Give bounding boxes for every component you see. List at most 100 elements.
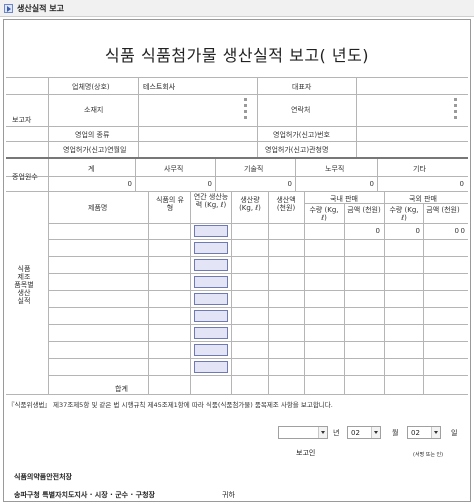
divider <box>48 159 49 191</box>
divider <box>268 191 269 394</box>
employees-other-value[interactable]: 0 <box>452 180 464 188</box>
recipient-line: 송파구청 특별자치도지사 · 시장 · 군수 · 구청장 <box>14 491 155 499</box>
divider <box>48 290 468 291</box>
col-product-name: 제품명 <box>88 204 108 212</box>
divider <box>231 191 232 394</box>
capacity-input[interactable] <box>194 310 228 322</box>
col-output-amount: 생산액 (천원) <box>276 196 296 212</box>
col-annual-capacity: 연간 생산능력 (Kg, ℓ) <box>193 193 229 209</box>
col-food-type: 식품의 유형 <box>156 196 184 212</box>
divider <box>48 341 468 342</box>
chevron-down-icon <box>318 427 327 438</box>
divider <box>377 159 378 191</box>
capacity-input[interactable] <box>194 276 228 288</box>
recipient-suffix: 귀하 <box>222 491 235 499</box>
contact-label: 연락처 <box>291 106 311 114</box>
chevron-down-icon <box>431 427 440 438</box>
license-date-label: 영업허가(신고)연월일 <box>63 146 127 154</box>
divider <box>6 141 468 142</box>
production-section-label: 식품 제조 품목별 생산 실적 <box>14 265 34 305</box>
divider <box>295 159 296 191</box>
signer-seal: (서명 또는 인) <box>413 452 444 458</box>
total-label: 합계 <box>115 385 128 393</box>
divider <box>48 358 468 359</box>
company-value[interactable]: 테스트회사 <box>143 82 175 92</box>
month-select[interactable]: 02 <box>347 426 381 439</box>
section-divider <box>6 157 468 159</box>
day-value: 02 <box>411 429 420 437</box>
address-resize-handle[interactable] <box>243 98 248 132</box>
employees-section-label: 종업원수 <box>12 173 38 181</box>
ceo-label: 대표자 <box>292 83 312 91</box>
divider <box>6 191 468 192</box>
window-title: 생산실적 보고 <box>17 4 64 13</box>
form-icon <box>4 4 13 13</box>
statement-text: 『식품위생법』 제37조제5항 및 같은 법 시행규칙 제45조제1항에 따라 … <box>8 401 333 409</box>
divider <box>48 223 468 224</box>
divider <box>48 307 468 308</box>
col-domestic-qty: 수량 (Kg, ℓ) <box>309 206 339 222</box>
license-office-label: 영업허가(신고)관청명 <box>265 146 329 154</box>
divider <box>304 191 305 394</box>
col-overseas-qty: 수량 (Kg, ℓ) <box>389 206 419 222</box>
col-domestic-value: 금액 (천원) <box>347 206 381 214</box>
capacity-input[interactable] <box>194 293 228 305</box>
overseas-value-value[interactable]: 0 <box>445 227 465 235</box>
month-value: 02 <box>351 429 360 437</box>
signer-label: 보고인 <box>296 449 316 457</box>
page-title: 식품 식품첨가물 생산실적 보고( 년도) <box>104 46 370 65</box>
divider <box>6 176 468 177</box>
divider <box>48 191 49 394</box>
recipient-title: 식품의약품안전처장 <box>14 473 72 481</box>
capacity-input[interactable] <box>194 344 228 356</box>
month-unit: 월 <box>392 429 399 437</box>
employees-col-tech: 기술직 <box>244 165 264 173</box>
divider <box>48 375 468 376</box>
divider <box>6 94 468 95</box>
col-overseas-sales: 국외 판매 <box>409 195 437 203</box>
divider <box>138 77 139 157</box>
col-overseas-value: 금액 (천원) <box>426 206 460 214</box>
employees-tech-value[interactable]: 0 <box>280 180 292 188</box>
divider <box>384 191 385 394</box>
capacity-input[interactable] <box>194 259 228 271</box>
employees-labor-value[interactable]: 0 <box>362 180 374 188</box>
col-output-volume: 생산량 (Kg, ℓ) <box>239 196 261 212</box>
day-unit: 일 <box>451 429 458 437</box>
capacity-input[interactable] <box>194 242 228 254</box>
license-no-label: 영업허가(신고)번호 <box>273 131 330 139</box>
capacity-input[interactable] <box>194 225 228 237</box>
domestic-qty-value[interactable]: 0 <box>360 227 380 235</box>
divider <box>6 126 468 127</box>
divider <box>190 191 191 394</box>
employees-col-other: 기타 <box>413 165 426 173</box>
divider <box>48 324 468 325</box>
company-label: 업체명(상호) <box>72 83 110 91</box>
divider <box>423 203 424 394</box>
employees-col-total: 계 <box>88 165 95 173</box>
divider <box>48 77 49 157</box>
year-select[interactable] <box>278 426 328 439</box>
address-label: 소재지 <box>84 106 104 114</box>
divider <box>148 191 149 394</box>
divider <box>344 203 345 394</box>
col-domestic-sales: 국내 판매 <box>330 195 358 203</box>
divider <box>48 239 468 240</box>
year-unit: 년 <box>333 429 340 437</box>
divider <box>6 77 468 78</box>
employees-office-value[interactable]: 0 <box>200 180 212 188</box>
domestic-value-value[interactable]: 0 <box>400 227 420 235</box>
employees-col-labor: 노무직 <box>325 165 345 173</box>
window-titlebar: 생산실적 보고 <box>0 0 474 17</box>
divider <box>257 77 258 157</box>
capacity-input[interactable] <box>194 327 228 339</box>
employees-total-value[interactable]: 0 <box>120 180 132 188</box>
divider <box>304 203 468 204</box>
divider <box>215 159 216 191</box>
day-select[interactable]: 02 <box>407 426 441 439</box>
divider <box>135 159 136 191</box>
business-type-label: 영업의 종류 <box>75 131 110 139</box>
contact-resize-handle[interactable] <box>453 98 458 132</box>
capacity-input[interactable] <box>194 361 228 373</box>
divider <box>48 256 468 257</box>
